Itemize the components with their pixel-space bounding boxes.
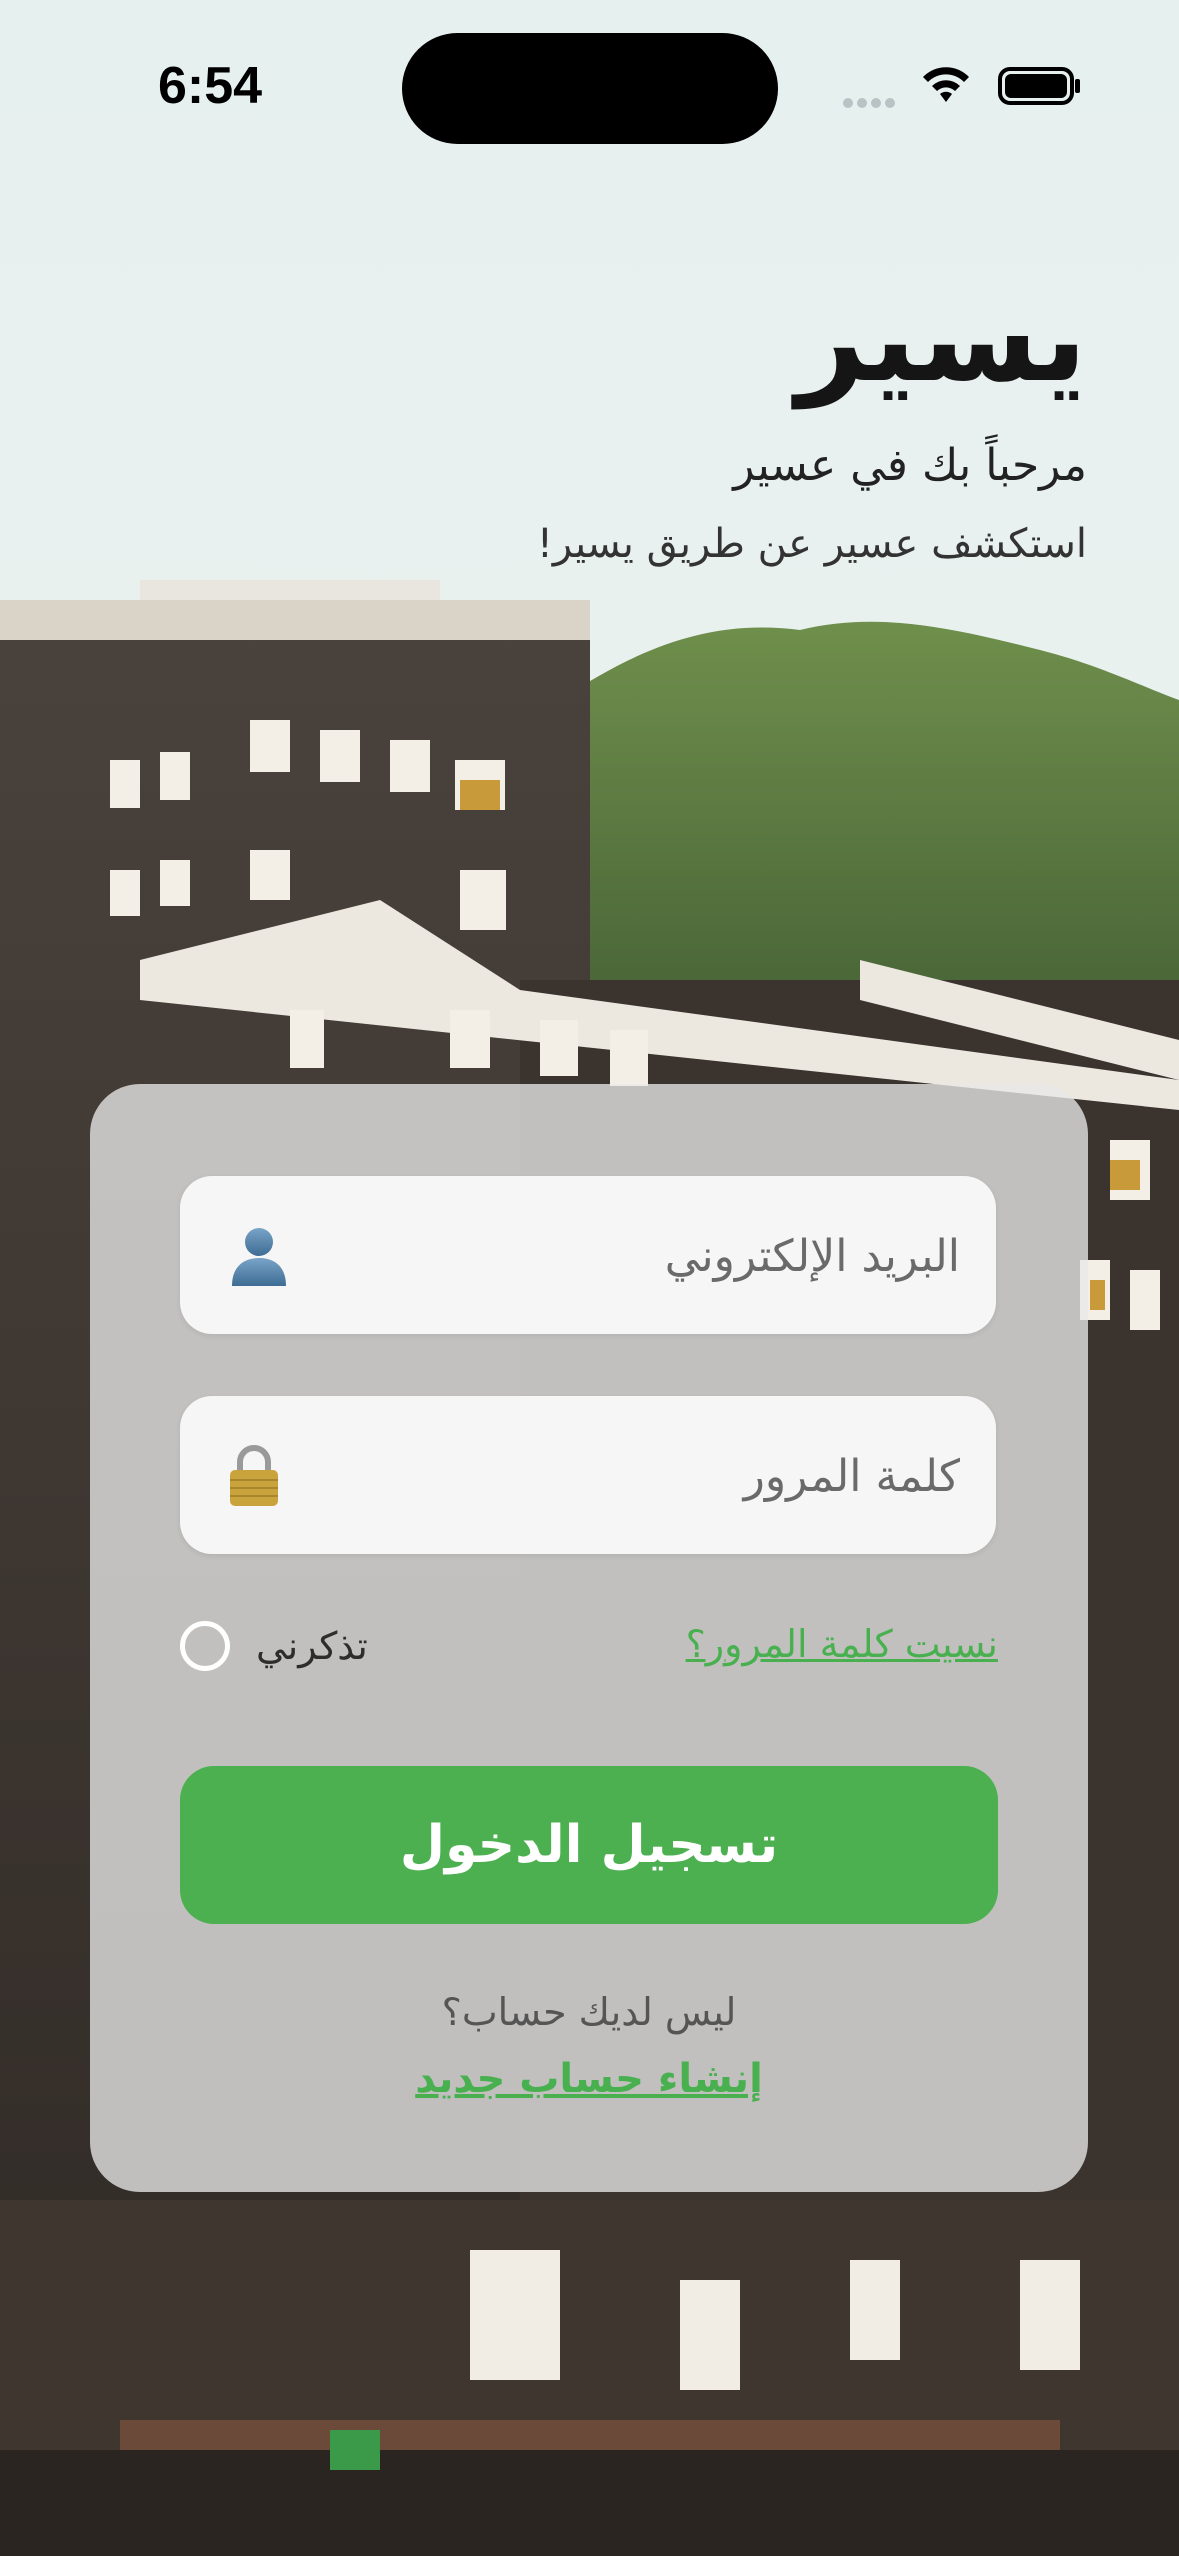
status-bar: 6:54 bbox=[0, 0, 1179, 180]
create-account-link[interactable]: إنشاء حساب جديد bbox=[90, 2056, 1088, 2102]
login-card: تذكرني نسيت كلمة المرور؟ تسجيل الدخول لي… bbox=[90, 1084, 1088, 2192]
email-input[interactable] bbox=[338, 1176, 962, 1336]
forgot-password-link[interactable]: نسيت كلمة المرور؟ bbox=[686, 1622, 998, 1666]
password-field-container bbox=[180, 1396, 996, 1556]
login-button[interactable]: تسجيل الدخول bbox=[180, 1766, 998, 1924]
welcome-text: مرحباً بك في عسير bbox=[733, 440, 1087, 491]
user-icon bbox=[232, 1228, 286, 1286]
password-input[interactable] bbox=[338, 1396, 962, 1556]
remember-me-label: تذكرني bbox=[256, 1624, 368, 1668]
status-time: 6:54 bbox=[158, 57, 263, 115]
email-field-container bbox=[180, 1176, 996, 1336]
wifi-icon bbox=[923, 67, 969, 102]
remember-me-radio[interactable] bbox=[180, 1621, 230, 1671]
tagline-text: استكشف عسير عن طريق يسير! bbox=[536, 521, 1087, 567]
cellular-signal-icon bbox=[843, 93, 899, 112]
no-account-text: ليس لديك حساب؟ bbox=[441, 1990, 737, 2034]
battery-icon bbox=[998, 67, 1080, 105]
app-title: يسير bbox=[796, 270, 1087, 409]
lock-icon bbox=[230, 1445, 278, 1506]
remember-me[interactable]: تذكرني bbox=[180, 1616, 368, 1676]
hero-section: يسير مرحباً بك في عسير استكشف عسير عن طر… bbox=[536, 270, 1087, 568]
dynamic-island bbox=[402, 33, 778, 144]
